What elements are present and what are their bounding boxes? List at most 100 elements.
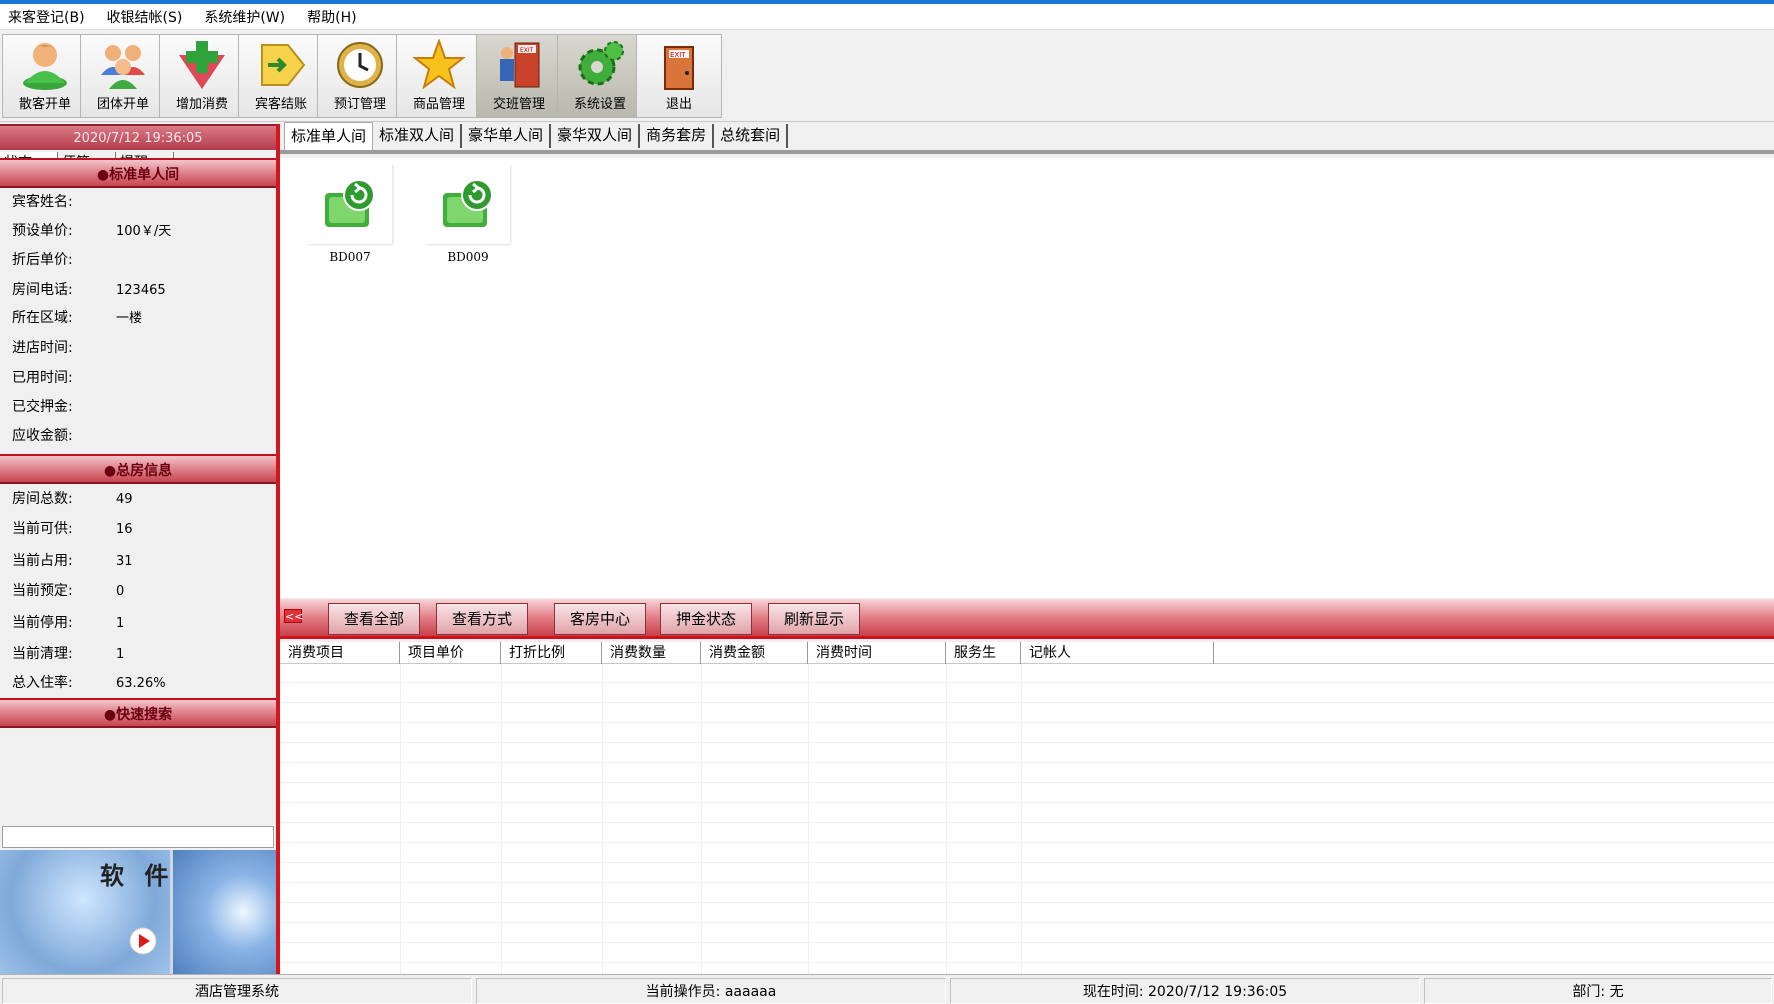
room-available-icon bbox=[325, 179, 375, 227]
field-value: 1 bbox=[116, 647, 125, 662]
field-label: 当前预定: bbox=[12, 583, 73, 599]
col-item[interactable]: 消费项目 bbox=[280, 642, 400, 664]
tab-deluxe-single[interactable]: 豪华单人间 bbox=[462, 124, 552, 148]
exit-sign: EXIT bbox=[670, 51, 686, 59]
room-number: BD009 bbox=[447, 250, 489, 264]
preset-price-row: 预设单价: 100￥/天 bbox=[12, 220, 171, 240]
field-value: 63.26% bbox=[116, 676, 166, 691]
view-mode-button[interactable]: 查看方式 bbox=[436, 603, 528, 635]
field-label: 已用时间: bbox=[12, 370, 73, 386]
status-app-name: 酒店管理系统 bbox=[2, 978, 472, 1004]
walkin-button[interactable]: 散客开单 bbox=[2, 34, 88, 118]
field-label: 当前清理: bbox=[12, 646, 73, 662]
grid-col-line bbox=[808, 664, 809, 974]
tab-business-suite[interactable]: 商务套房 bbox=[640, 124, 715, 148]
field-label: 总入住率: bbox=[12, 675, 73, 691]
checkout-button[interactable]: 宾客结账 bbox=[238, 34, 324, 118]
booking-label: 预订管理 bbox=[333, 97, 386, 112]
quick-search-input[interactable] bbox=[2, 826, 274, 848]
col-time[interactable]: 消费时间 bbox=[808, 642, 946, 664]
hotel-app-window: 来客登记(B) 收银结帐(S) 系统维护(W) 帮助(H) 散客开单 团体开单 bbox=[0, 0, 1774, 1004]
grid-col-line bbox=[602, 664, 603, 974]
menu-checkin[interactable]: 来客登记(B) bbox=[6, 5, 87, 29]
grid-row-line bbox=[280, 942, 1774, 943]
field-label: 宾客姓名: bbox=[12, 194, 73, 210]
field-label: 已交押金: bbox=[12, 399, 73, 415]
room-center-button[interactable]: 客房中心 bbox=[554, 603, 646, 635]
total-rooms-header: ●总房信息 bbox=[0, 454, 276, 484]
group-label: 团体开单 bbox=[96, 97, 149, 112]
current-datetime: 2020/7/12 19:36:05 bbox=[0, 124, 276, 150]
room-available-icon bbox=[443, 179, 493, 227]
add-charge-button[interactable]: 增加消费 bbox=[159, 34, 245, 118]
grid-row-line bbox=[280, 702, 1774, 703]
settings-button[interactable]: 系统设置 bbox=[557, 34, 643, 118]
col-amount[interactable]: 消费金额 bbox=[701, 642, 808, 664]
booking-button[interactable]: 预订管理 bbox=[317, 34, 403, 118]
field-label: 房间总数: bbox=[12, 491, 73, 507]
menu-help[interactable]: 帮助(H) bbox=[305, 5, 358, 29]
room-phone-row: 房间电话: 123465 bbox=[12, 279, 166, 299]
field-value: 100￥/天 bbox=[116, 224, 172, 239]
col-discount[interactable]: 打折比例 bbox=[501, 642, 602, 664]
left-info-panel: 2020/7/12 19:36:05 状态 便签 提醒 ●标准单人间 宾客姓名:… bbox=[0, 124, 276, 974]
menu-bar: 来客登记(B) 收银结帐(S) 系统维护(W) 帮助(H) bbox=[0, 4, 1774, 30]
exit-button[interactable]: EXIT 退出 bbox=[636, 34, 722, 118]
field-value: 0 bbox=[116, 584, 125, 599]
shift-button[interactable]: EXIT 交班管理 bbox=[476, 34, 562, 118]
collapse-button[interactable]: << bbox=[284, 609, 303, 623]
room-number: BD007 bbox=[329, 250, 371, 264]
tab-standard-double[interactable]: 标准双人间 bbox=[373, 124, 463, 148]
room-tile-bd009[interactable]: BD009 bbox=[426, 164, 510, 268]
menu-maintenance[interactable]: 系统维护(W) bbox=[202, 5, 287, 29]
tab-presidential-suite[interactable]: 总统套间 bbox=[714, 124, 789, 148]
exit-door-icon: EXIT bbox=[664, 46, 694, 90]
table-header: 消费项目 项目单价 打折比例 消费数量 消费金额 消费时间 服务生 记帐人 bbox=[280, 642, 1774, 664]
room-box bbox=[308, 164, 392, 244]
person-green-icon bbox=[23, 43, 67, 90]
col-waiter[interactable]: 服务生 bbox=[946, 642, 1021, 664]
status-bar: 酒店管理系统 当前操作员: aaaaaa 现在时间: 2020/7/12 19:… bbox=[0, 974, 1774, 1004]
quick-search-header: ●快速搜索 bbox=[0, 698, 276, 728]
menu-cashier[interactable]: 收银结帐(S) bbox=[105, 5, 185, 29]
view-all-button[interactable]: 查看全部 bbox=[328, 603, 420, 635]
col-recorder[interactable]: 记帐人 bbox=[1021, 642, 1214, 664]
add-charge-icon bbox=[179, 41, 225, 89]
grid-row-line bbox=[280, 862, 1774, 863]
occupied-row: 当前占用: 31 bbox=[12, 550, 133, 570]
col-unit-price[interactable]: 项目单价 bbox=[400, 642, 501, 664]
shift-exit-door-icon: EXIT bbox=[500, 42, 540, 88]
main-toolbar: 散客开单 团体开单 增加消费 宾客结账 预订管理 商品管理 EXIT 交班管理 … bbox=[0, 32, 1774, 122]
walkin-label: 散客开单 bbox=[18, 97, 71, 112]
field-label: 所在区域: bbox=[12, 310, 73, 326]
field-label: 当前可供: bbox=[12, 521, 73, 537]
settings-label: 系统设置 bbox=[573, 97, 626, 112]
people-group-icon bbox=[101, 45, 145, 89]
tab-deluxe-double[interactable]: 豪华双人间 bbox=[551, 124, 641, 148]
checkout-label: 宾客结账 bbox=[254, 97, 307, 112]
group-button[interactable]: 团体开单 bbox=[80, 34, 166, 118]
field-label: 预设单价: bbox=[12, 223, 73, 239]
deposit-status-button[interactable]: 押金状态 bbox=[660, 603, 752, 635]
checkin-time-row: 进店时间: bbox=[12, 337, 116, 357]
available-row: 当前可供: 16 bbox=[12, 518, 133, 538]
grid-col-line bbox=[400, 664, 401, 974]
grid-row-line bbox=[280, 962, 1774, 963]
reserved-row: 当前预定: 0 bbox=[12, 580, 124, 600]
col-quantity[interactable]: 消费数量 bbox=[602, 642, 701, 664]
field-value: 31 bbox=[116, 554, 133, 569]
room-info-header: ●标准单人间 bbox=[0, 158, 276, 188]
area-row: 所在区域: 一楼 bbox=[12, 307, 142, 327]
shift-exit-sign: EXIT bbox=[520, 47, 534, 54]
refresh-button[interactable]: 刷新显示 bbox=[768, 603, 860, 635]
star-icon bbox=[412, 39, 466, 90]
disc-graphic bbox=[170, 850, 276, 974]
exit-label: 退出 bbox=[665, 97, 692, 112]
goods-label: 商品管理 bbox=[412, 97, 465, 112]
checkout-arrow-icon bbox=[261, 44, 306, 86]
field-value: 一楼 bbox=[116, 311, 143, 326]
tab-standard-single[interactable]: 标准单人间 bbox=[284, 122, 374, 150]
goods-button[interactable]: 商品管理 bbox=[396, 34, 482, 118]
room-tile-bd007[interactable]: BD007 bbox=[308, 164, 392, 268]
status-operator: 当前操作员: aaaaaa bbox=[476, 978, 946, 1004]
